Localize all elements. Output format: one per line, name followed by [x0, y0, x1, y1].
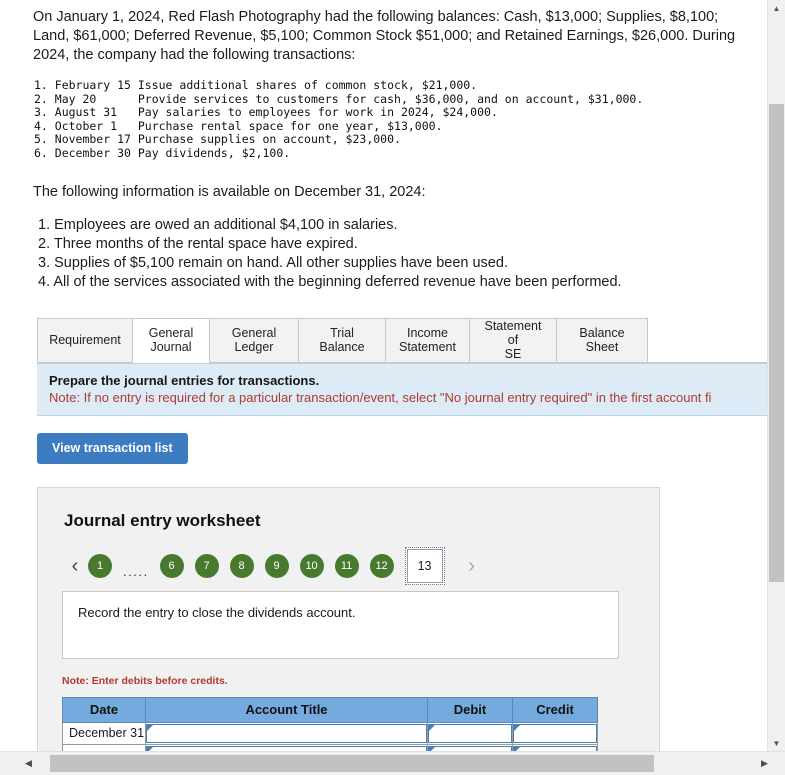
- horizontal-scrollbar[interactable]: ◀ ▶: [0, 751, 785, 775]
- tab-requirement[interactable]: Requirement: [37, 317, 133, 363]
- question-content: On January 1, 2024, Red Flash Photograph…: [0, 0, 768, 752]
- entry-description-box: Record the entry to close the dividends …: [62, 590, 619, 659]
- tab-bar: Requirement General Journal General Ledg…: [0, 317, 768, 363]
- table-row: December 31: [62, 721, 598, 745]
- vertical-scrollbar[interactable]: ▲ ▼: [767, 0, 785, 752]
- button-row: View transaction list: [0, 432, 768, 464]
- info-item: 4. All of the services associated with t…: [38, 273, 622, 290]
- pager-next-icon[interactable]: ›: [459, 556, 485, 576]
- scroll-left-arrow-icon[interactable]: ◀: [20, 755, 37, 772]
- scroll-up-arrow-icon[interactable]: ▲: [768, 0, 785, 17]
- debit-input[interactable]: [428, 723, 512, 743]
- instruction-note: Note: If no entry is required for a part…: [49, 389, 712, 405]
- transaction-list-text: 1. February 15 Issue additional shares o…: [34, 78, 644, 160]
- pager-prev-icon[interactable]: ‹: [62, 556, 88, 576]
- pager-page-8[interactable]: 8: [229, 553, 254, 578]
- vertical-scrollbar-thumb[interactable]: [769, 104, 784, 582]
- pager-page-12[interactable]: 12: [369, 553, 394, 578]
- table-header-row: Date Account Title Debit Credit: [62, 696, 598, 723]
- tab-general-ledger[interactable]: General Ledger: [209, 317, 299, 363]
- journal-entry-worksheet-panel: Journal entry worksheet ‹ 1 ..... 6 7 8 …: [37, 486, 660, 752]
- instruction-primary: Prepare the journal entries for transact…: [49, 372, 320, 388]
- cell-account-title[interactable]: [145, 721, 428, 745]
- pager-page-1[interactable]: 1: [88, 553, 112, 578]
- tab-statement-of-se[interactable]: Statement of SE: [469, 317, 557, 363]
- additional-info-list: 1. Employees are owed an additional $4,1…: [0, 216, 768, 292]
- column-header-credit: Credit: [512, 696, 598, 723]
- cell-credit[interactable]: [512, 721, 598, 745]
- scroll-down-arrow-icon[interactable]: ▼: [768, 735, 785, 752]
- account-title-select[interactable]: [146, 723, 427, 743]
- column-header-account-title: Account Title: [145, 696, 428, 723]
- cell-date: December 31: [62, 721, 146, 745]
- pager-page-13-selected[interactable]: 13: [404, 546, 445, 585]
- pager-page-9[interactable]: 9: [264, 553, 289, 578]
- column-header-debit: Debit: [427, 696, 513, 723]
- debits-before-credits-note: Note: Enter debits before credits.: [62, 674, 228, 687]
- problem-intro-text: On January 1, 2024, Red Flash Photograph…: [33, 9, 736, 63]
- pager-ellipsis: .....: [123, 563, 149, 579]
- instruction-banner: Prepare the journal entries for transact…: [37, 362, 768, 416]
- cell-debit[interactable]: [427, 721, 513, 745]
- tab-trial-balance[interactable]: Trial Balance: [298, 317, 386, 363]
- pager-page-6[interactable]: 6: [159, 553, 184, 578]
- info-item: 1. Employees are owed an additional $4,1…: [38, 216, 398, 233]
- tab-balance-sheet[interactable]: Balance Sheet: [556, 317, 648, 363]
- journal-entry-table: Date Account Title Debit Credit December…: [62, 696, 598, 752]
- scroll-right-arrow-icon[interactable]: ▶: [756, 755, 773, 772]
- question-scroll-viewport[interactable]: On January 1, 2024, Red Flash Photograph…: [0, 0, 768, 752]
- info-item: 2. Three months of the rental space have…: [38, 235, 358, 252]
- worksheet-pager: ‹ 1 ..... 6 7 8 9 10 11 12 13 ›: [38, 531, 659, 585]
- worksheet-title: Journal entry worksheet: [64, 510, 261, 530]
- pager-page-7[interactable]: 7: [194, 553, 219, 578]
- pager-page-10[interactable]: 10: [299, 553, 324, 578]
- credit-input[interactable]: [513, 723, 597, 743]
- info-item: 3. Supplies of $5,100 remain on hand. Al…: [38, 254, 508, 271]
- tab-general-journal[interactable]: General Journal: [132, 317, 210, 363]
- column-header-date: Date: [62, 696, 146, 723]
- horizontal-scrollbar-thumb[interactable]: [50, 755, 654, 772]
- tab-income-statement[interactable]: Income Statement: [385, 317, 470, 363]
- additional-info-heading: The following information is available o…: [33, 183, 426, 200]
- pager-page-11[interactable]: 11: [334, 553, 359, 578]
- view-transaction-list-button[interactable]: View transaction list: [37, 432, 188, 464]
